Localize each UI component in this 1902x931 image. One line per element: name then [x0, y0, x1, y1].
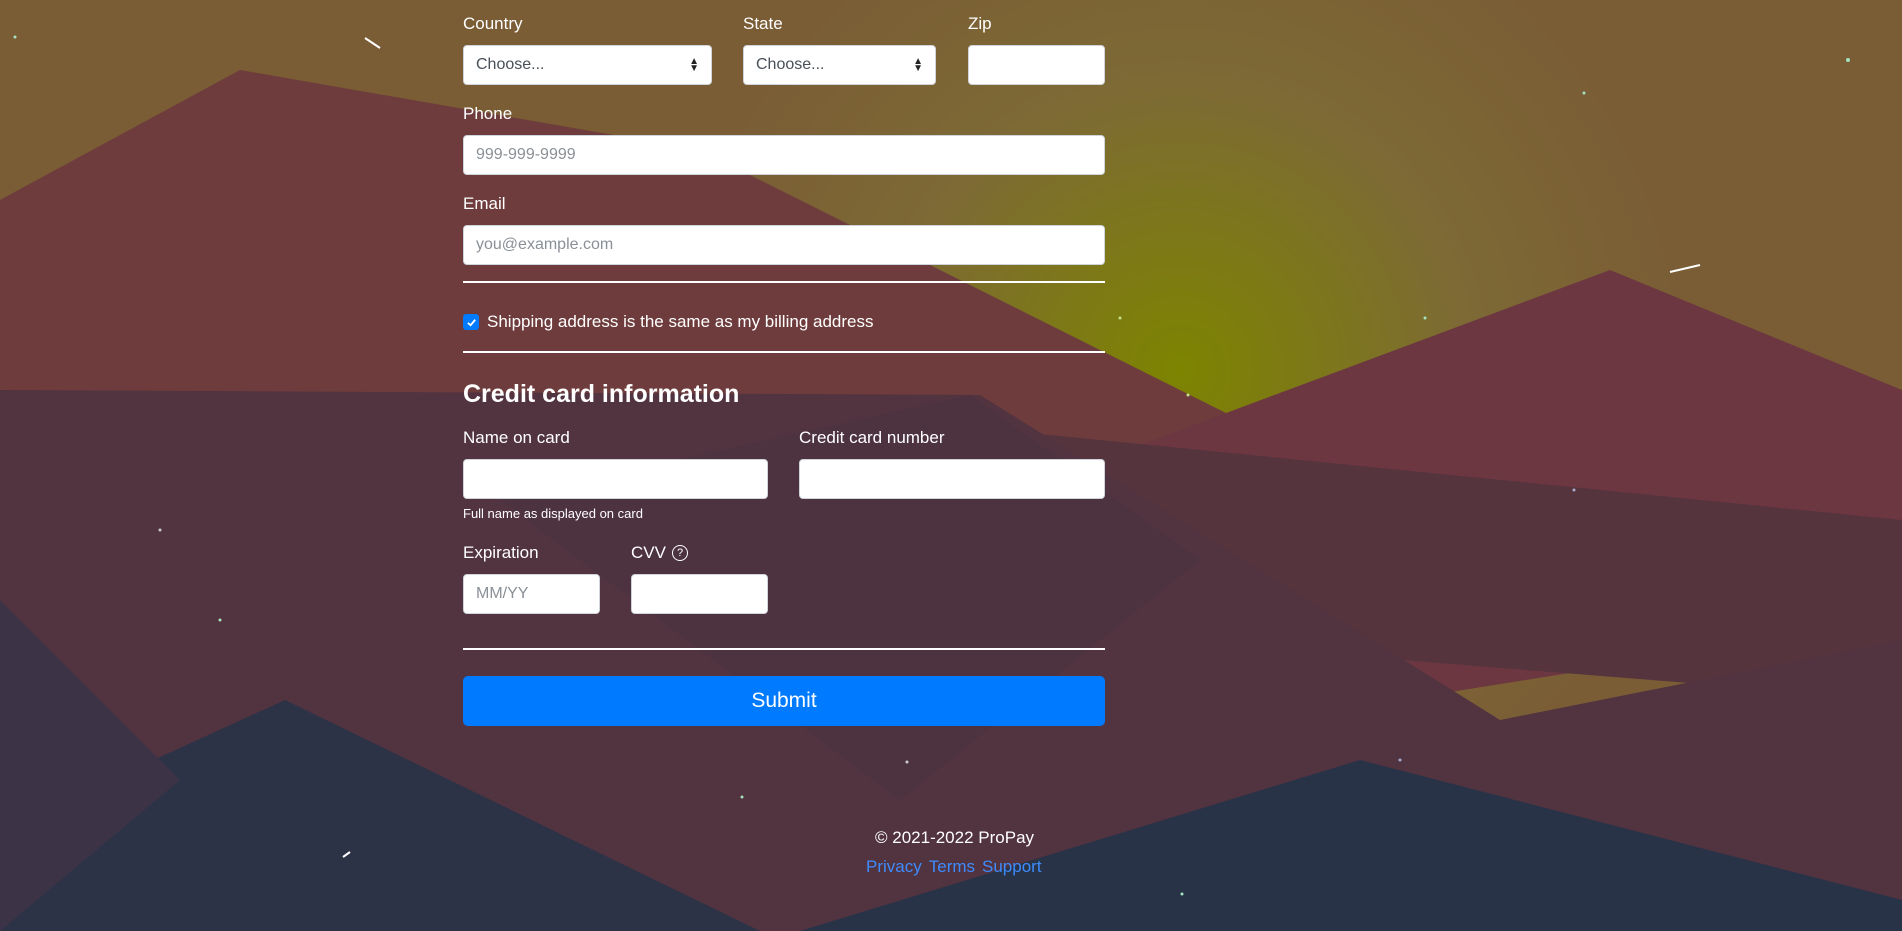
check-icon	[466, 318, 476, 327]
phone-input[interactable]	[463, 135, 1105, 175]
divider	[463, 281, 1105, 283]
expiration-input[interactable]	[463, 574, 600, 614]
same-address-row: Shipping address is the same as my billi…	[463, 312, 873, 332]
country-select[interactable]: Choose... ▲ ▼	[463, 45, 712, 85]
divider	[463, 648, 1105, 650]
support-link[interactable]: Support	[982, 857, 1042, 877]
expiration-label: Expiration	[463, 543, 539, 562]
phone-label: Phone	[463, 104, 513, 123]
zip-input[interactable]	[968, 45, 1105, 85]
same-address-label[interactable]: Shipping address is the same as my billi…	[487, 312, 873, 332]
name-on-card-help: Full name as displayed on card	[463, 506, 643, 521]
email-input[interactable]	[463, 225, 1105, 265]
select-arrows-icon: ▲ ▼	[689, 56, 699, 74]
submit-button[interactable]: Submit	[463, 676, 1105, 726]
email-label: Email	[463, 194, 506, 213]
divider	[463, 351, 1105, 353]
state-label: State	[743, 14, 783, 33]
terms-link[interactable]: Terms	[929, 857, 975, 877]
zip-label: Zip	[968, 14, 992, 33]
cvv-label: CVV	[631, 543, 666, 562]
country-label: Country	[463, 14, 523, 33]
copyright-text: © 2021-2022 ProPay	[875, 828, 1035, 847]
name-on-card-label: Name on card	[463, 428, 570, 447]
privacy-link[interactable]: Privacy	[866, 857, 922, 877]
footer-links: Privacy Terms Support	[866, 857, 1042, 877]
card-number-label: Credit card number	[799, 428, 945, 447]
credit-card-heading: Credit card information	[463, 380, 740, 408]
same-address-checkbox[interactable]	[463, 314, 479, 330]
country-select-value: Choose...	[476, 56, 545, 73]
card-number-input[interactable]	[799, 459, 1105, 499]
state-select-value: Choose...	[756, 56, 825, 73]
select-arrows-icon: ▲ ▼	[913, 56, 923, 74]
state-select[interactable]: Choose... ▲ ▼	[743, 45, 936, 85]
help-circle-icon[interactable]: ?	[672, 545, 688, 561]
name-on-card-input[interactable]	[463, 459, 768, 499]
cvv-input[interactable]	[631, 574, 768, 614]
